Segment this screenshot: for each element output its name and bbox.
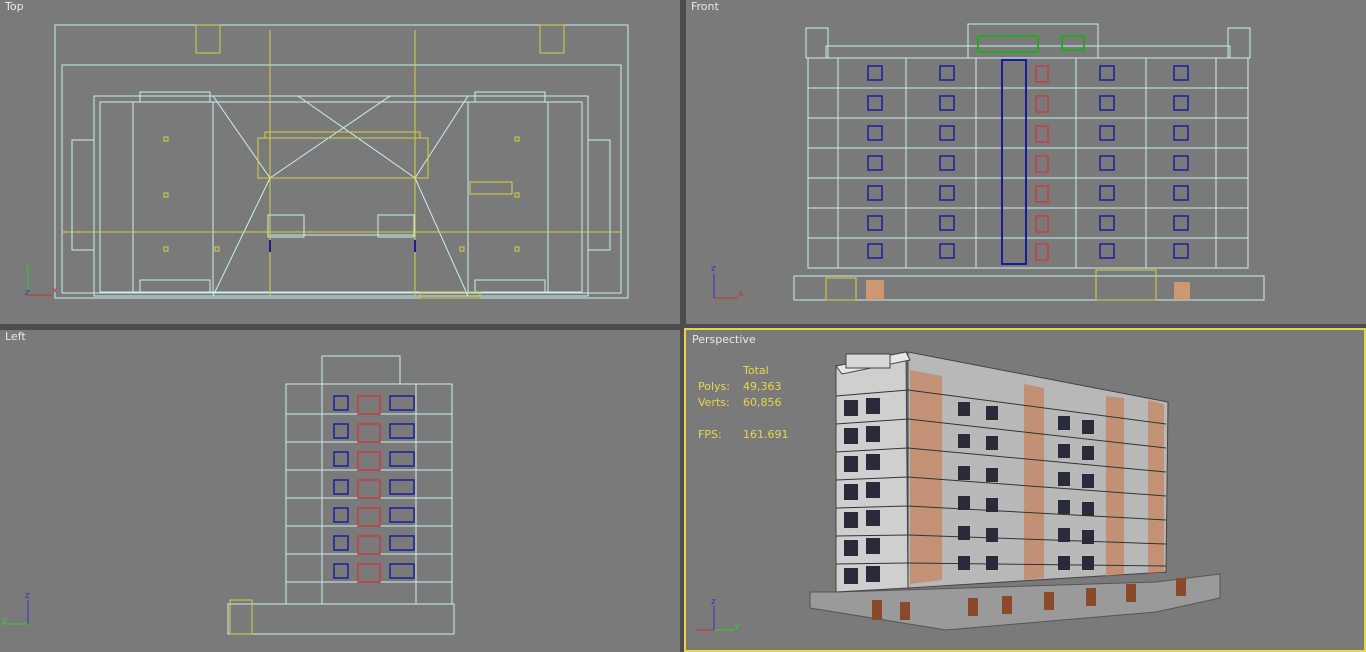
top-axis-gizmo-icon <box>27 270 52 296</box>
viewport-front[interactable]: Front z x <box>686 0 1366 324</box>
viewport-top[interactable]: Top y x z <box>0 0 680 324</box>
perspective-axis-gizmo-icon <box>696 606 734 631</box>
left-axis-gizmo-icon <box>4 600 29 625</box>
front-axis-z-label: z <box>711 264 716 274</box>
front-axis-gizmo-icon <box>713 274 738 299</box>
viewport-perspective[interactable]: Perspective Total Polys: 49,363 Verts: 6… <box>684 328 1366 652</box>
left-axis-y-label: y <box>2 615 8 625</box>
perspective-axis-z-label: z <box>711 597 716 607</box>
top-axis-x-label: x <box>52 286 58 296</box>
left-axis-z-label: z <box>25 591 30 601</box>
left-view-wireframe: z y <box>2 355 455 635</box>
viewport-left[interactable]: Left z y <box>0 330 680 652</box>
top-axis-z-label: z <box>25 288 30 298</box>
front-axis-x-label: x <box>738 289 744 299</box>
top-axis-y-label: y <box>25 261 31 271</box>
perspective-axis-y-label: y <box>734 621 740 631</box>
front-view-wireframe: z x <box>711 23 1265 301</box>
top-view-wireframe: y x z <box>25 24 629 299</box>
perspective-building-render: z y <box>696 351 1221 631</box>
